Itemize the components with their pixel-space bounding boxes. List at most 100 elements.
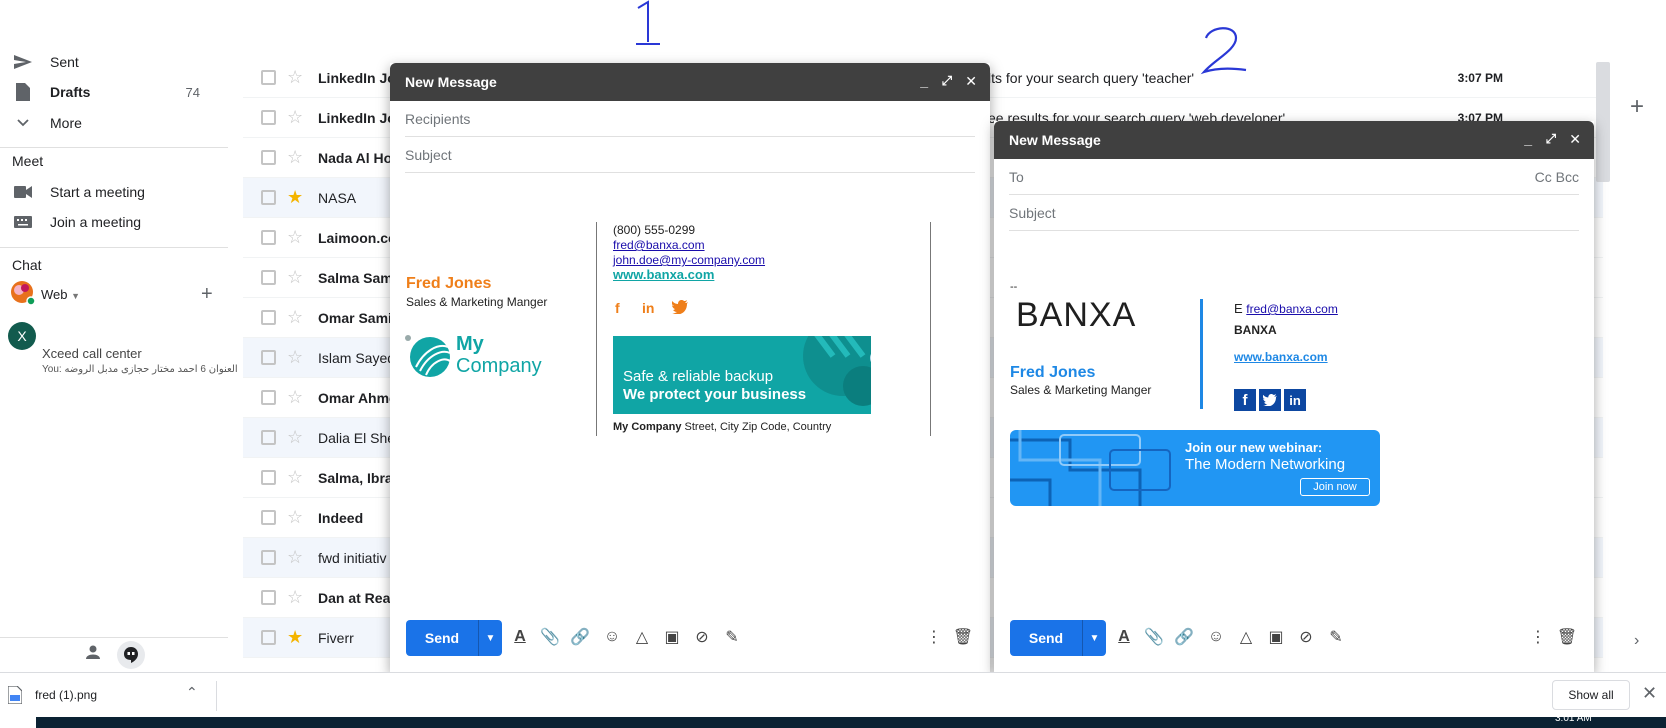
format-text-icon[interactable]: A <box>510 627 530 647</box>
star-icon[interactable]: ☆ <box>287 388 303 406</box>
photo-icon[interactable]: ▣ <box>662 627 682 647</box>
signature-pen-icon[interactable]: ✎ <box>1326 627 1346 647</box>
show-all-button[interactable]: Show all <box>1552 680 1630 710</box>
cc-bcc-link[interactable]: Cc Bcc <box>1535 169 1579 185</box>
row-checkbox[interactable] <box>261 430 276 445</box>
to-field[interactable]: To Cc Bcc <box>1009 159 1579 195</box>
signature-pen-icon[interactable]: ✎ <box>722 627 742 647</box>
star-icon[interactable]: ☆ <box>287 588 303 606</box>
emoji-icon[interactable]: ☺ <box>1206 627 1226 647</box>
sig-role: Sales & Marketing Manger <box>1010 383 1152 397</box>
attach-icon[interactable]: 📎 <box>540 627 560 647</box>
star-icon[interactable]: ☆ <box>287 428 303 446</box>
download-filename[interactable]: fred (1).png <box>35 688 97 702</box>
row-checkbox[interactable] <box>261 470 276 485</box>
chevron-right-icon[interactable]: › <box>1634 632 1639 650</box>
person-icon[interactable] <box>86 645 100 659</box>
chat-status-dropdown[interactable]: Web ▼ <box>41 287 80 302</box>
star-icon[interactable]: ☆ <box>287 308 303 326</box>
contact-avatar[interactable]: X <box>8 322 36 350</box>
drive-icon[interactable]: △ <box>1236 627 1256 647</box>
chat-contact-name[interactable]: Xceed call center <box>42 346 142 361</box>
attach-icon[interactable]: 📎 <box>1144 627 1164 647</box>
join-meeting-item[interactable]: Join a meeting <box>0 207 228 237</box>
star-icon[interactable]: ☆ <box>287 68 303 86</box>
star-icon[interactable]: ☆ <box>287 508 303 526</box>
facebook-icon[interactable]: f <box>615 300 620 316</box>
row-checkbox[interactable] <box>261 230 276 245</box>
scrollbar-thumb[interactable] <box>1596 62 1610 182</box>
sig-email-link[interactable]: fred@banxa.com <box>1246 302 1338 316</box>
star-icon[interactable]: ☆ <box>287 348 303 366</box>
backup-banner[interactable]: Safe & reliable backup We protect your b… <box>613 336 871 414</box>
confidential-icon[interactable]: ⊘ <box>692 627 712 647</box>
star-icon[interactable]: ☆ <box>287 548 303 566</box>
row-checkbox[interactable] <box>261 70 276 85</box>
recipients-field[interactable]: Recipients <box>405 101 975 137</box>
sig-website-link[interactable]: www.banxa.com <box>1234 350 1328 364</box>
join-now-button[interactable]: Join now <box>1300 478 1370 496</box>
minimize-icon[interactable]: _ <box>920 73 928 89</box>
send-button[interactable]: Send ▼ <box>1010 620 1106 656</box>
star-icon[interactable]: ☆ <box>287 108 303 126</box>
row-checkbox[interactable] <box>261 350 276 365</box>
row-checkbox[interactable] <box>261 630 276 645</box>
row-checkbox[interactable] <box>261 390 276 405</box>
row-checkbox[interactable] <box>261 550 276 565</box>
add-chat-icon[interactable]: + <box>201 283 213 306</box>
more-options-icon[interactable]: ⋮ <box>924 627 944 647</box>
webinar-banner[interactable]: Join our new webinar: The Modern Network… <box>1010 430 1380 506</box>
star-icon[interactable]: ☆ <box>287 468 303 486</box>
close-icon[interactable]: ✕ <box>1642 683 1657 704</box>
emoji-icon[interactable]: ☺ <box>602 627 622 647</box>
row-checkbox[interactable] <box>261 270 276 285</box>
hangouts-icon[interactable] <box>117 641 145 669</box>
link-icon[interactable]: 🔗 <box>570 627 590 647</box>
drive-icon[interactable]: △ <box>632 627 652 647</box>
subject-field[interactable]: Subject <box>1009 195 1579 231</box>
close-icon[interactable]: ✕ <box>1569 131 1581 148</box>
row-checkbox[interactable] <box>261 110 276 125</box>
row-checkbox[interactable] <box>261 590 276 605</box>
subject-field[interactable]: Subject <box>405 137 975 173</box>
linkedin-icon[interactable]: in <box>1284 389 1306 411</box>
row-checkbox[interactable] <box>261 190 276 205</box>
send-button[interactable]: Send ▼ <box>406 620 502 656</box>
minimize-icon[interactable]: _ <box>1524 131 1532 147</box>
facebook-icon[interactable]: f <box>1234 389 1256 411</box>
star-icon[interactable]: ☆ <box>287 268 303 286</box>
linkedin-icon[interactable]: in <box>642 300 654 316</box>
sidebar-item-more[interactable]: More <box>0 108 228 138</box>
row-checkbox[interactable] <box>261 150 276 165</box>
photo-icon[interactable]: ▣ <box>1266 627 1286 647</box>
more-options-icon[interactable]: ⋮ <box>1528 627 1548 647</box>
twitter-icon[interactable] <box>1259 389 1281 411</box>
star-icon[interactable]: ☆ <box>287 148 303 166</box>
row-subject: lts for your search query 'teacher' <box>988 69 1195 86</box>
sidebar-item-drafts[interactable]: Drafts 74 <box>0 77 228 107</box>
add-addon-icon[interactable]: + <box>1630 93 1644 121</box>
expand-icon[interactable]: ⤢ <box>942 73 952 89</box>
trash-icon[interactable]: 🗑 <box>1557 627 1577 647</box>
sidebar-item-sent[interactable]: Sent <box>0 47 228 77</box>
sig-email-link-2[interactable]: john.doe@my-company.com <box>613 253 765 267</box>
trash-icon[interactable]: 🗑 <box>953 627 973 647</box>
link-icon[interactable]: 🔗 <box>1174 627 1194 647</box>
send-options-icon[interactable]: ▼ <box>1082 620 1106 656</box>
chevron-up-icon[interactable]: ⌃ <box>186 684 198 701</box>
sig-email-link-1[interactable]: fred@banxa.com <box>613 238 705 252</box>
start-meeting-item[interactable]: Start a meeting <box>0 177 228 207</box>
star-icon[interactable]: ★ <box>287 628 303 646</box>
row-checkbox[interactable] <box>261 510 276 525</box>
sig-website-link[interactable]: www.banxa.com <box>613 267 714 282</box>
format-text-icon[interactable]: A <box>1114 627 1134 647</box>
confidential-icon[interactable]: ⊘ <box>1296 627 1316 647</box>
avatar[interactable] <box>10 280 36 306</box>
star-icon[interactable]: ☆ <box>287 228 303 246</box>
row-checkbox[interactable] <box>261 310 276 325</box>
star-icon[interactable]: ★ <box>287 188 303 206</box>
twitter-icon[interactable] <box>672 300 688 314</box>
expand-icon[interactable]: ⤢ <box>1546 131 1556 147</box>
close-icon[interactable]: ✕ <box>965 73 977 90</box>
send-options-icon[interactable]: ▼ <box>478 620 502 656</box>
